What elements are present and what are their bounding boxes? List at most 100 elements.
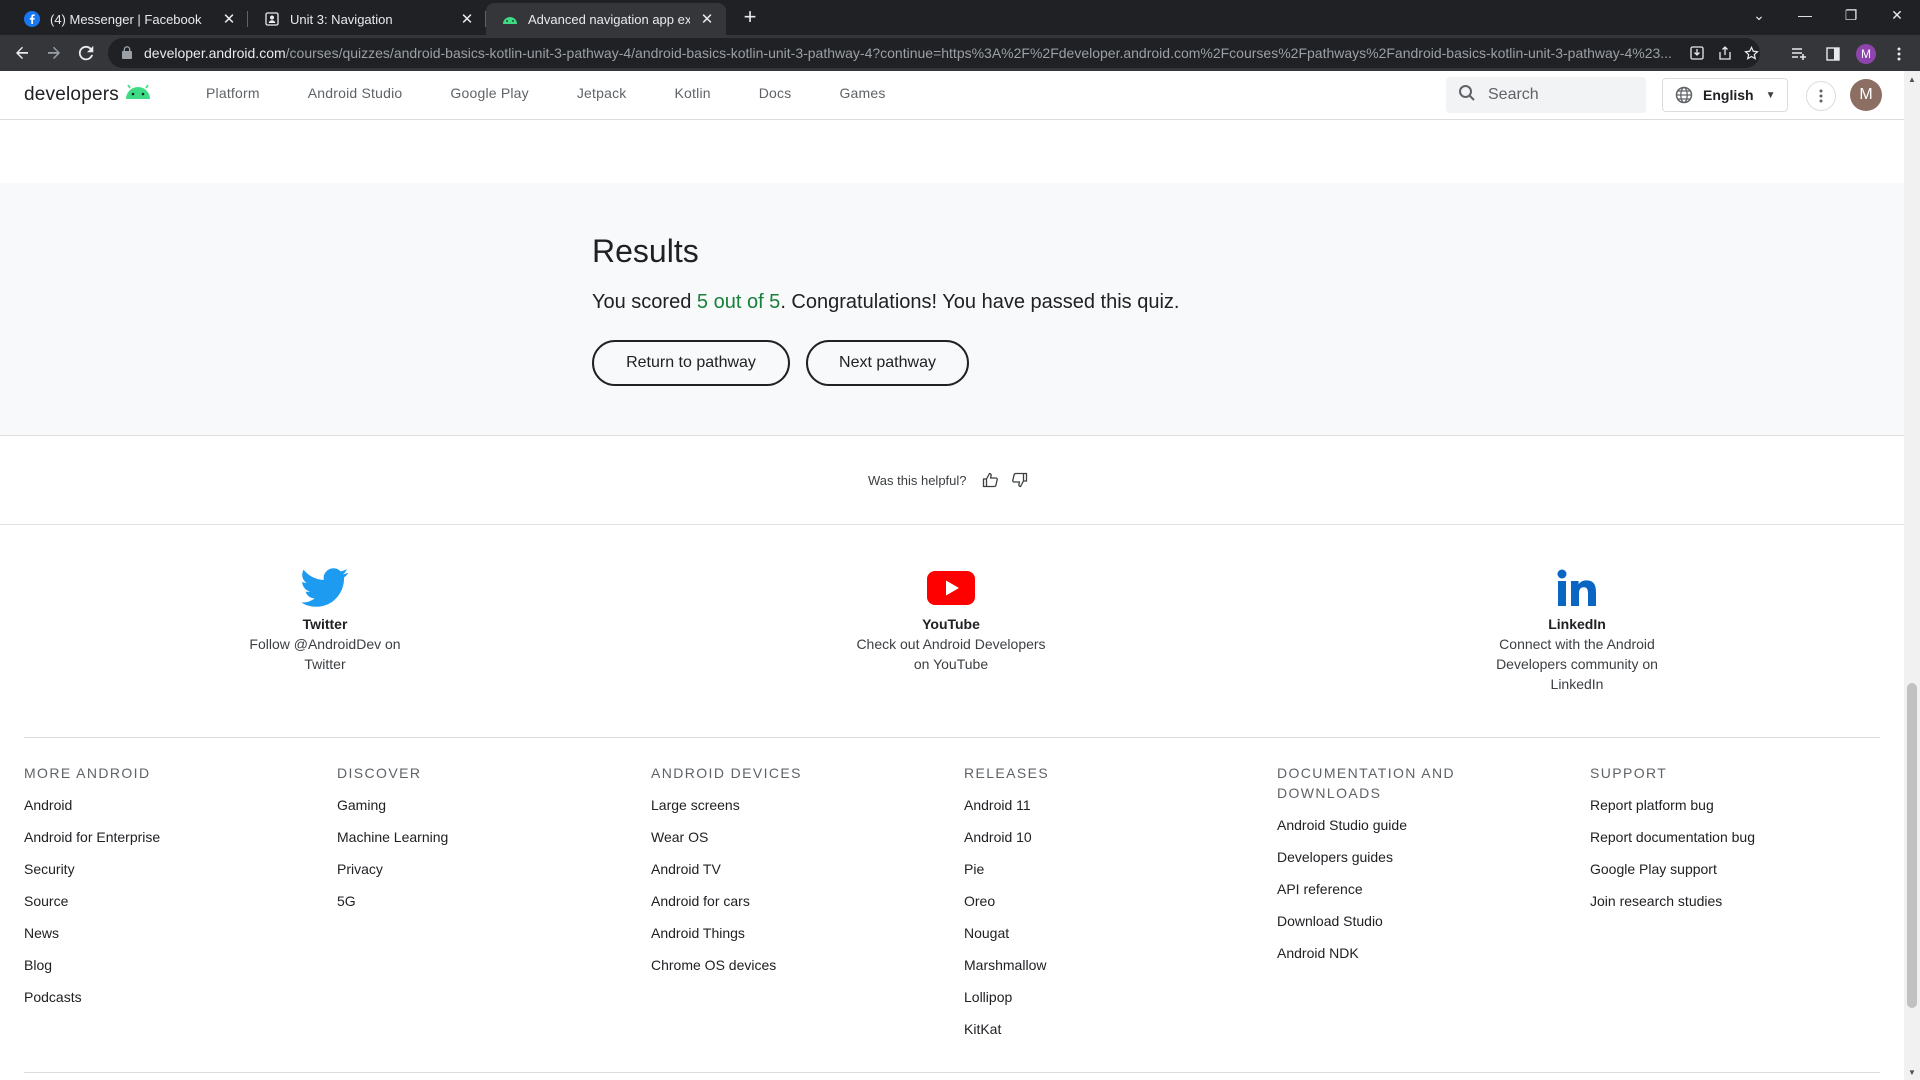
- footer-link[interactable]: Gaming: [337, 795, 577, 815]
- bookmark-star-icon[interactable]: [1740, 42, 1762, 64]
- footer-link[interactable]: Marshmallow: [964, 955, 1204, 975]
- footer-link[interactable]: API reference: [1277, 879, 1497, 899]
- footer-link[interactable]: Nougat: [964, 923, 1204, 943]
- footer-link[interactable]: Android: [24, 795, 264, 815]
- user-avatar[interactable]: M: [1850, 79, 1882, 111]
- social-title: Twitter: [302, 616, 348, 632]
- footer-link[interactable]: 5G: [337, 891, 577, 911]
- footer-link[interactable]: Podcasts: [24, 987, 264, 1007]
- return-to-pathway-button[interactable]: Return to pathway: [592, 340, 790, 386]
- scroll-down-icon[interactable]: ▼: [1904, 1064, 1920, 1080]
- footer-link[interactable]: Report platform bug: [1590, 795, 1830, 815]
- share-icon[interactable]: [1714, 42, 1736, 64]
- footer-link[interactable]: Android for cars: [651, 891, 891, 911]
- close-icon[interactable]: ✕: [698, 10, 716, 28]
- footer-link[interactable]: Pie: [964, 859, 1204, 879]
- footer-link[interactable]: Android NDK: [1277, 943, 1497, 963]
- close-icon[interactable]: ✕: [458, 10, 476, 28]
- footer-link[interactable]: Google Play support: [1590, 859, 1830, 879]
- install-app-icon[interactable]: [1686, 42, 1708, 64]
- android-icon: [502, 11, 518, 27]
- browser-toolbar: developer.android.com/courses/quizzes/an…: [0, 35, 1920, 71]
- footer-link[interactable]: News: [24, 923, 264, 943]
- footer-link[interactable]: Machine Learning: [337, 827, 577, 847]
- reload-button[interactable]: [72, 39, 100, 67]
- footer-link[interactable]: Blog: [24, 955, 264, 975]
- browser-tab-navigation[interactable]: Unit 3: Navigation ✕: [248, 3, 486, 35]
- footer-link[interactable]: Download Studio: [1277, 911, 1497, 931]
- tab-title: Advanced navigation app examp: [528, 11, 690, 27]
- nav-platform[interactable]: Platform: [206, 85, 260, 101]
- url-text: developer.android.com/courses/quizzes/an…: [144, 45, 1684, 61]
- forward-button[interactable]: [40, 39, 68, 67]
- footer-link[interactable]: Android 11: [964, 795, 1204, 815]
- footer-link[interactable]: Chrome OS devices: [651, 955, 891, 975]
- thumbs-down-icon[interactable]: [1011, 471, 1029, 489]
- social-youtube[interactable]: YouTube Check out Android Developers on …: [851, 566, 1051, 674]
- url-path: /courses/quizzes/android-basics-kotlin-u…: [285, 45, 1672, 61]
- social-linkedin[interactable]: LinkedIn Connect with the Android Develo…: [1477, 566, 1677, 694]
- divider: [24, 737, 1880, 738]
- search-placeholder: Search: [1488, 86, 1539, 103]
- address-bar[interactable]: developer.android.com/courses/quizzes/an…: [108, 38, 1760, 68]
- reading-list-icon[interactable]: [1788, 43, 1810, 65]
- footer-link[interactable]: Android Things: [651, 923, 891, 943]
- footer-link[interactable]: Large screens: [651, 795, 891, 815]
- footer-link[interactable]: Source: [24, 891, 264, 911]
- nav-google-play[interactable]: Google Play: [450, 85, 528, 101]
- footer-link[interactable]: Join research studies: [1590, 891, 1830, 911]
- footer-link[interactable]: Security: [24, 859, 264, 879]
- footer-link[interactable]: Android for Enterprise: [24, 827, 264, 847]
- results-section: Results You scored 5 out of 5. Congratul…: [0, 183, 1904, 436]
- youtube-icon: [851, 566, 1051, 610]
- footer-link[interactable]: Oreo: [964, 891, 1204, 911]
- results-title: Results: [592, 233, 699, 269]
- profile-avatar[interactable]: M: [1856, 44, 1876, 64]
- new-tab-button[interactable]: +: [736, 3, 764, 31]
- side-panel-icon[interactable]: [1822, 43, 1844, 65]
- nav-jetpack[interactable]: Jetpack: [577, 85, 627, 101]
- social-desc-line: Twitter: [304, 656, 346, 672]
- restore-icon[interactable]: ❐: [1828, 0, 1874, 30]
- next-pathway-button[interactable]: Next pathway: [806, 340, 969, 386]
- social-twitter[interactable]: Twitter Follow @AndroidDev on Twitter: [225, 566, 425, 674]
- facebook-icon: [24, 11, 40, 27]
- more-options-icon[interactable]: [1806, 81, 1836, 111]
- nav-android-studio[interactable]: Android Studio: [308, 85, 403, 101]
- thumbs-up-icon[interactable]: [981, 471, 999, 489]
- footer-link[interactable]: Report documentation bug: [1590, 827, 1830, 847]
- footer-heading: MORE ANDROID: [24, 765, 151, 781]
- window-close-icon[interactable]: ✕: [1874, 0, 1920, 30]
- results-message: You scored 5 out of 5. Congratulations! …: [592, 291, 1179, 314]
- chrome-menu-icon[interactable]: [1888, 43, 1910, 65]
- divider: [0, 524, 1904, 525]
- scrollbar-thumb[interactable]: [1907, 683, 1917, 1008]
- footer-link[interactable]: Android Studio guide: [1277, 815, 1497, 835]
- footer-heading: SUPPORT: [1590, 765, 1668, 781]
- score-value: 5 out of 5: [696, 291, 781, 313]
- browser-tab-advanced-navigation[interactable]: Advanced navigation app examp ✕: [486, 3, 726, 35]
- footer-column-discover: DISCOVER Gaming Machine Learning Privacy…: [337, 763, 577, 923]
- tab-search-icon[interactable]: ⌄: [1736, 0, 1782, 30]
- android-logo-icon: [125, 84, 151, 106]
- developers-logo[interactable]: developers: [24, 84, 151, 106]
- footer-link[interactable]: KitKat: [964, 1019, 1204, 1039]
- browser-tab-messenger[interactable]: (4) Messenger | Facebook ✕: [8, 3, 248, 35]
- results-text-before: You scored: [592, 291, 697, 313]
- footer-heading: DISCOVER: [337, 765, 422, 781]
- footer-link[interactable]: Privacy: [337, 859, 577, 879]
- language-select[interactable]: English ▼: [1662, 78, 1788, 112]
- nav-games[interactable]: Games: [839, 85, 885, 101]
- nav-docs[interactable]: Docs: [759, 85, 792, 101]
- footer-link[interactable]: Lollipop: [964, 987, 1204, 1007]
- back-button[interactable]: [8, 39, 36, 67]
- search-input[interactable]: Search: [1446, 77, 1646, 113]
- footer-link[interactable]: Developers guides: [1277, 847, 1497, 867]
- close-icon[interactable]: ✕: [220, 10, 238, 28]
- scroll-up-icon[interactable]: ▲: [1904, 71, 1920, 87]
- footer-link[interactable]: Android 10: [964, 827, 1204, 847]
- footer-link[interactable]: Android TV: [651, 859, 891, 879]
- minimize-icon[interactable]: —: [1782, 0, 1828, 30]
- nav-kotlin[interactable]: Kotlin: [675, 85, 711, 101]
- footer-link[interactable]: Wear OS: [651, 827, 891, 847]
